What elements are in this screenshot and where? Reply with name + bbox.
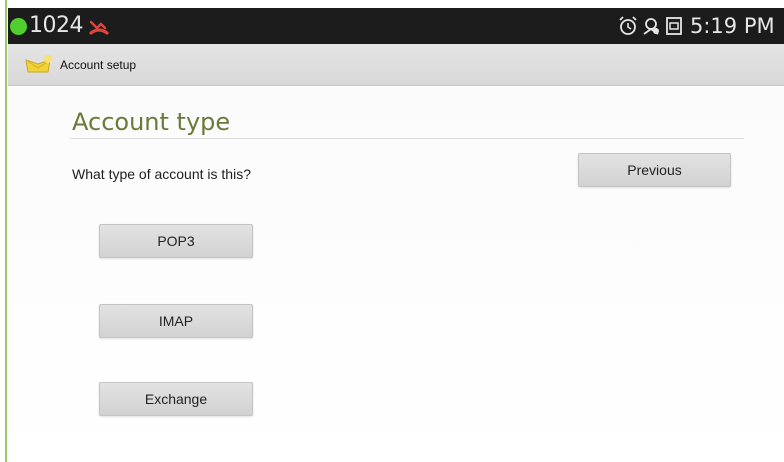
screen: 1024 5:19 PM Account setup Account type …	[0, 0, 784, 462]
status-dot-icon	[10, 18, 27, 35]
page-title: Account type	[72, 108, 231, 136]
frame-edge	[0, 0, 7, 462]
pop3-button[interactable]: POP3	[99, 224, 253, 258]
sync-icon	[643, 18, 659, 35]
exchange-button[interactable]: Exchange	[99, 382, 253, 416]
account-type-question: What type of account is this?	[72, 166, 251, 182]
title-divider	[70, 138, 744, 139]
screenshot-icon	[666, 17, 682, 35]
previous-button[interactable]: Previous	[578, 153, 731, 187]
status-count: 1024	[29, 13, 84, 38]
content-area: Account type What type of account is thi…	[8, 86, 784, 462]
action-bar-title: Account setup	[60, 58, 137, 72]
status-time: 5:19 PM	[690, 14, 775, 38]
missed-call-icon	[89, 20, 109, 35]
action-bar: Account setup	[8, 44, 784, 86]
app-icon[interactable]	[22, 50, 54, 80]
status-bar: 1024 5:19 PM	[8, 8, 784, 44]
imap-button[interactable]: IMAP	[99, 304, 253, 338]
alarm-icon	[619, 16, 637, 35]
